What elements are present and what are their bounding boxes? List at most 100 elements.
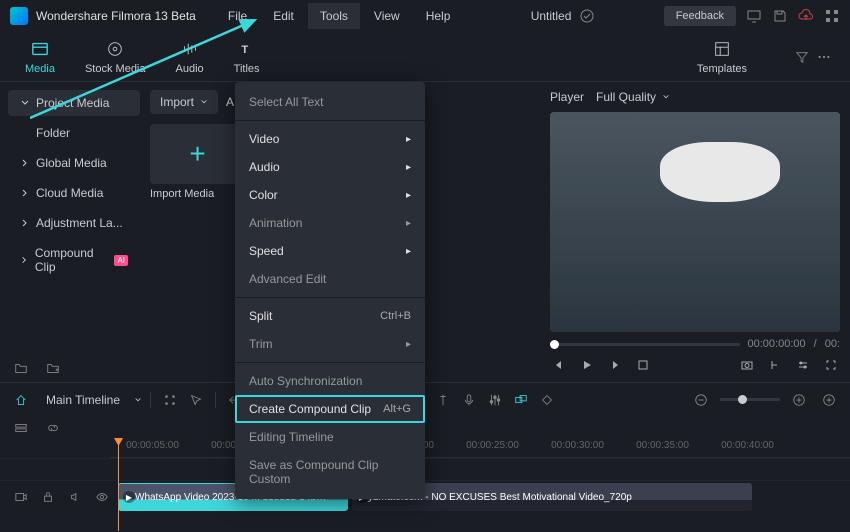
media-panel: Import AI In + Import Media WhatsApp Vid…: [140, 82, 540, 382]
sidebar-item-cloud-media[interactable]: Cloud Media: [8, 180, 140, 206]
snapshot-button[interactable]: [738, 356, 756, 374]
apps-icon[interactable]: [159, 389, 181, 411]
feedback-button[interactable]: Feedback: [664, 6, 736, 26]
new-bin-icon[interactable]: [42, 357, 64, 379]
tab-stock-media[interactable]: Stock Media: [85, 39, 146, 75]
mixer-icon[interactable]: [484, 389, 506, 411]
media-icon: [30, 39, 50, 59]
marker-icon[interactable]: [432, 389, 454, 411]
visibility-icon[interactable]: [93, 486, 110, 508]
chevron-down-icon: [200, 98, 208, 106]
menu-file[interactable]: File: [216, 3, 259, 29]
video-track-header: [0, 486, 110, 508]
chevron-right-icon: ▸: [406, 218, 411, 229]
titles-icon: T: [237, 39, 257, 59]
mute-icon[interactable]: [66, 486, 83, 508]
link-icon[interactable]: [42, 417, 64, 439]
mark-in-button[interactable]: [766, 356, 784, 374]
monitor-icon[interactable]: [746, 8, 762, 24]
sync-status-icon: [579, 8, 595, 24]
lock-icon[interactable]: [39, 486, 56, 508]
menu-save-compound-custom[interactable]: Save as Compound Clip Custom: [235, 451, 425, 493]
timeline: 00:00:05:00 00:00:10:00 00:00:15:00 00:0…: [0, 416, 850, 531]
zoom-fit-icon[interactable]: [818, 389, 840, 411]
menu-view[interactable]: View: [362, 3, 412, 29]
menu-speed[interactable]: Speed▸: [235, 237, 425, 265]
zoom-out-icon[interactable]: [690, 389, 712, 411]
keyframe-icon[interactable]: [536, 389, 558, 411]
tab-media[interactable]: Media: [25, 39, 55, 75]
stop-button[interactable]: [634, 356, 652, 374]
chevron-right-icon: [20, 188, 30, 198]
timeline-label: Main Timeline: [46, 393, 120, 407]
cloud-upload-icon[interactable]: [798, 8, 814, 24]
next-frame-button[interactable]: [606, 356, 624, 374]
menubar: File Edit Tools View Help: [216, 3, 463, 29]
timeline-toolbar: Main Timeline: [0, 382, 850, 416]
menu-audio[interactable]: Audio▸: [235, 153, 425, 181]
tab-titles[interactable]: T Titles: [234, 39, 260, 75]
menu-help[interactable]: Help: [414, 3, 463, 29]
sidebar-item-adjustment[interactable]: Adjustment La...: [8, 210, 140, 236]
titlebar: Wondershare Filmora 13 Beta File Edit To…: [0, 0, 850, 32]
menu-animation[interactable]: Animation▸: [235, 209, 425, 237]
time-current: 00:00:00:00: [748, 338, 806, 350]
timeline-home-icon[interactable]: [10, 389, 32, 411]
quality-select[interactable]: Full Quality: [596, 90, 670, 104]
tab-templates[interactable]: Templates: [697, 39, 747, 75]
filter-icon[interactable]: [791, 46, 813, 68]
app-logo: [10, 7, 28, 25]
menu-auto-sync[interactable]: Auto Synchronization: [235, 367, 425, 395]
app-name: Wondershare Filmora 13 Beta: [36, 9, 196, 23]
stock-media-icon: [105, 39, 125, 59]
save-icon[interactable]: [772, 8, 788, 24]
player-settings-button[interactable]: [794, 356, 812, 374]
voice-icon[interactable]: [458, 389, 480, 411]
play-button[interactable]: [578, 356, 596, 374]
menu-tools[interactable]: Tools: [308, 3, 360, 29]
sidebar-item-folder[interactable]: Folder: [8, 120, 140, 146]
zoom-in-icon[interactable]: [788, 389, 810, 411]
more-icon[interactable]: [813, 46, 835, 68]
import-media-card[interactable]: + Import Media: [150, 124, 245, 200]
plus-icon: +: [189, 138, 205, 170]
fullscreen-button[interactable]: [822, 356, 840, 374]
cursor-icon[interactable]: [185, 389, 207, 411]
tab-audio[interactable]: Audio: [176, 39, 204, 75]
new-folder-icon[interactable]: [10, 357, 32, 379]
menu-video[interactable]: Video▸: [235, 125, 425, 153]
chevron-right-icon: ▸: [406, 339, 411, 350]
svg-text:T: T: [241, 44, 248, 56]
menu-split[interactable]: SplitCtrl+B: [235, 302, 425, 330]
time-total: 00:: [825, 338, 840, 350]
play-icon: ▶: [123, 491, 135, 503]
menu-edit[interactable]: Edit: [261, 3, 306, 29]
player-label: Player: [550, 90, 584, 104]
compound-icon[interactable]: [510, 389, 532, 411]
chevron-right-icon: ▸: [406, 162, 411, 173]
import-button[interactable]: Import: [150, 90, 218, 114]
time-ruler[interactable]: 00:00:05:00 00:00:10:00 00:00:15:00 00:0…: [110, 440, 850, 458]
sidebar-item-project-media[interactable]: Project Media: [8, 90, 140, 116]
menu-editing-timeline[interactable]: Editing Timeline: [235, 423, 425, 451]
sidebar-item-compound-clip[interactable]: Compound Clip AI: [8, 240, 140, 280]
sidebar-item-global-media[interactable]: Global Media: [8, 150, 140, 176]
track-collapse-icon[interactable]: [10, 417, 32, 439]
chevron-right-icon: ▸: [406, 190, 411, 201]
grid-icon[interactable]: [824, 8, 840, 24]
track-video-icon[interactable]: [12, 486, 29, 508]
menu-advanced-edit[interactable]: Advanced Edit: [235, 265, 425, 293]
playhead[interactable]: [118, 438, 119, 531]
menu-create-compound-clip[interactable]: Create Compound ClipAlt+G: [235, 395, 425, 423]
menu-trim[interactable]: Trim▸: [235, 330, 425, 358]
tabbar: Media Stock Media Audio T Titles Templat…: [0, 32, 850, 82]
chevron-down-icon[interactable]: [134, 396, 142, 404]
prev-frame-button[interactable]: [550, 356, 568, 374]
zoom-slider[interactable]: [720, 398, 780, 401]
video-preview[interactable]: [550, 112, 840, 332]
chevron-right-icon: ▸: [406, 134, 411, 145]
menu-select-all-text[interactable]: Select All Text: [235, 88, 425, 116]
menu-color[interactable]: Color▸: [235, 181, 425, 209]
chevron-right-icon: [20, 158, 30, 168]
scrub-bar[interactable]: [550, 343, 740, 346]
